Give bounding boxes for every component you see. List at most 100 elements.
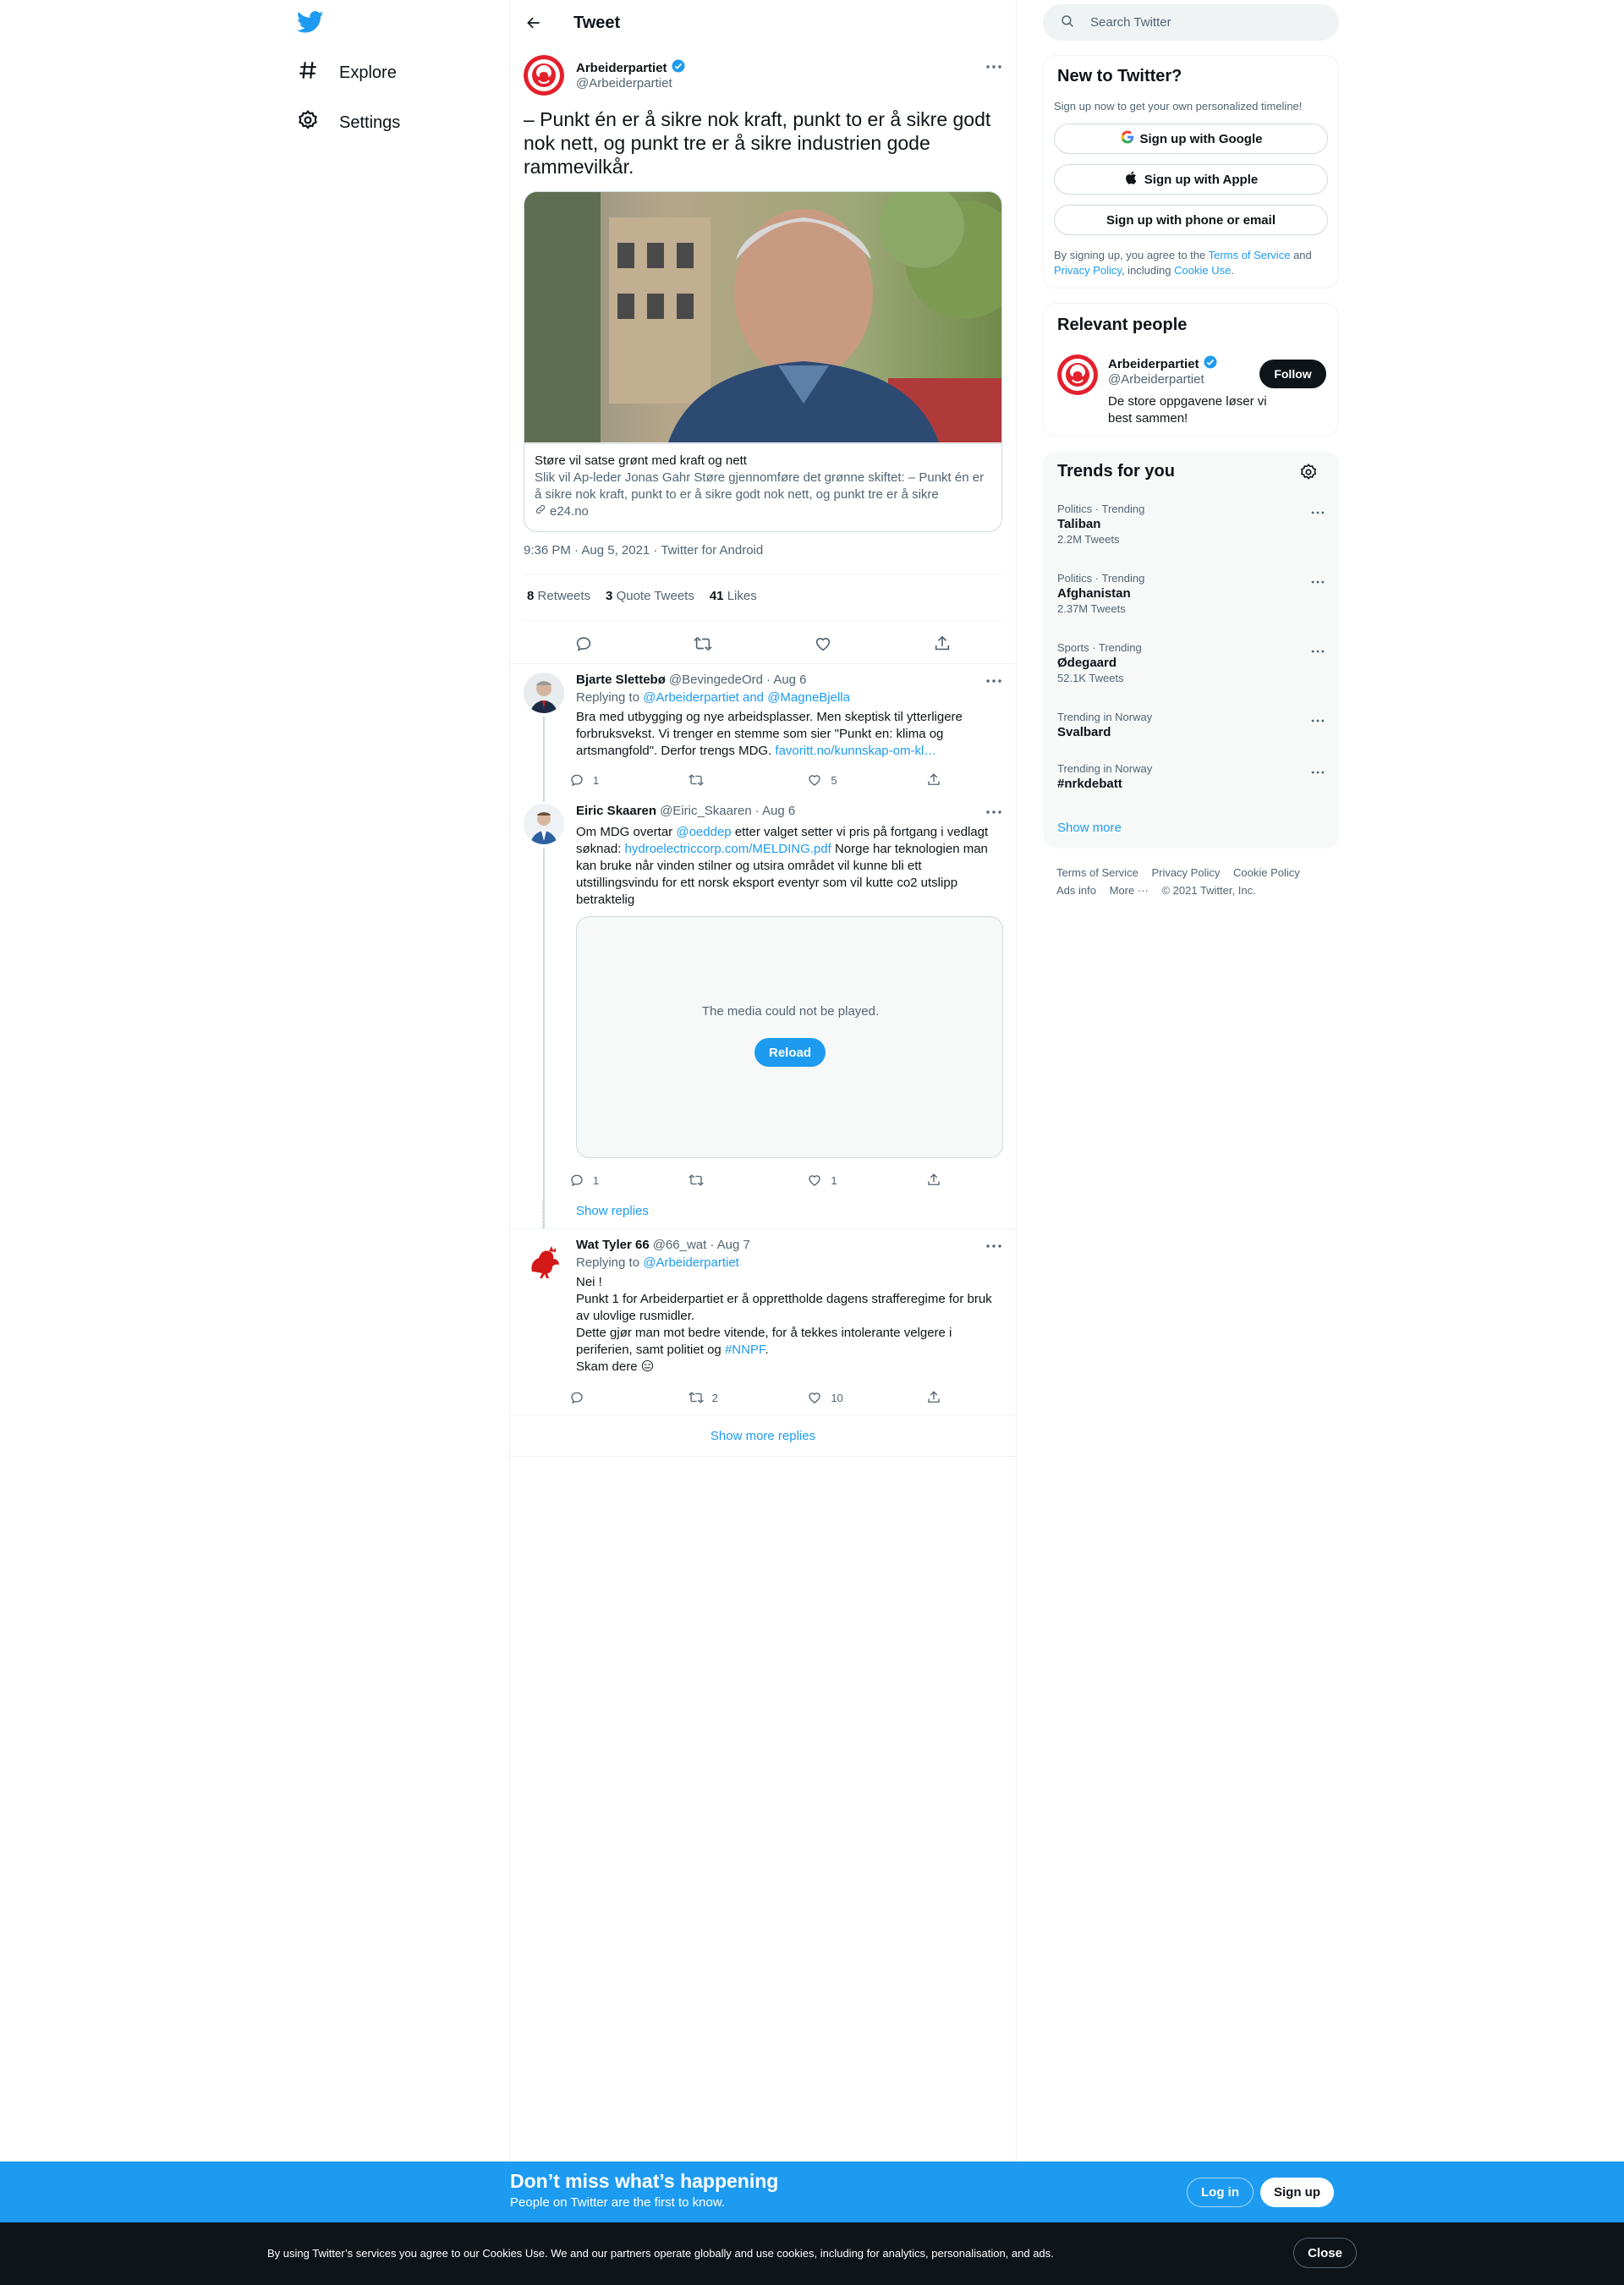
search-icon xyxy=(1060,14,1075,32)
like-button[interactable]: 10 xyxy=(807,1385,900,1410)
person-name[interactable]: Arbeiderpartiet xyxy=(1108,354,1218,373)
replying-label: Replying to xyxy=(576,690,640,705)
share-icon[interactable] xyxy=(927,629,957,659)
likes-stat[interactable]: 41 Likes xyxy=(710,589,757,603)
trend-item[interactable]: Sports · Trending Ødegaard 52.1K Tweets xyxy=(1057,641,1328,685)
footer-terms-link[interactable]: Terms of Service xyxy=(1056,866,1138,879)
cookie-use-link[interactable]: Cookie Use xyxy=(1174,264,1231,277)
reply-text: Bra med utbygging og nye arbeidsplasser.… xyxy=(576,709,1003,760)
nav-settings[interactable]: Settings xyxy=(297,104,400,141)
reply-date[interactable]: · Aug 6 xyxy=(766,673,807,687)
avatar[interactable] xyxy=(1057,354,1098,395)
link-card[interactable]: Støre vil satse grønt med kraft og nett … xyxy=(524,191,1002,532)
retweet-button[interactable] xyxy=(688,767,782,793)
nav-explore[interactable]: Explore xyxy=(297,54,397,91)
card-body: Støre vil satse grønt med kraft og nett … xyxy=(524,443,1001,529)
signup-google-button[interactable]: Sign up with Google xyxy=(1054,124,1328,154)
like-count: 5 xyxy=(831,773,837,787)
like-button[interactable]: 1 xyxy=(807,1167,900,1193)
show-more-replies[interactable]: Show more replies xyxy=(510,1414,1016,1457)
retweet-button[interactable]: 2 xyxy=(688,1385,782,1410)
trend-item[interactable]: Politics · Trending Taliban 2.2M Tweets xyxy=(1057,503,1328,547)
reply-button[interactable]: 1 xyxy=(569,1167,662,1193)
more-options-icon[interactable] xyxy=(1309,764,1326,781)
person-handle[interactable]: @Arbeiderpartiet xyxy=(1108,372,1204,387)
reply-link[interactable]: favoritt.no/kunnskap-om-kl… xyxy=(775,744,936,758)
retweet-button[interactable] xyxy=(688,1167,782,1193)
reply-author-handle[interactable]: @Eiric_Skaaren xyxy=(660,804,752,818)
more-options-icon[interactable] xyxy=(984,57,1004,77)
signup-email-button[interactable]: Sign up with phone or email xyxy=(1054,205,1328,235)
reply-author-name[interactable]: Bjarte Slettebø xyxy=(576,673,666,687)
tweet-timestamp[interactable]: 9:36 PM · Aug 5, 2021 · Twitter for Andr… xyxy=(524,543,763,558)
author-handle[interactable]: @Arbeiderpartiet xyxy=(576,76,672,91)
reply-author-handle[interactable]: @BevingedeOrd xyxy=(669,673,763,687)
reply-button[interactable]: 1 xyxy=(569,767,662,793)
terms-of-service-link[interactable]: Terms of Service xyxy=(1209,249,1291,261)
signup-button[interactable]: Sign up xyxy=(1260,2178,1334,2207)
thread-line xyxy=(543,848,545,1228)
footer-more-link[interactable]: More ··· xyxy=(1110,884,1149,897)
more-options-icon[interactable] xyxy=(1309,643,1326,660)
avatar[interactable] xyxy=(524,673,564,713)
more-options-icon[interactable] xyxy=(1309,504,1326,521)
share-button[interactable] xyxy=(926,1167,941,1193)
reply-author-name[interactable]: Eiric Skaaren xyxy=(576,804,656,818)
signup-apple-label: Sign up with Apple xyxy=(1144,172,1259,187)
avatar[interactable] xyxy=(524,804,564,844)
retweet-icon[interactable] xyxy=(688,629,718,659)
reply-icon[interactable] xyxy=(568,629,599,659)
reply-tweet[interactable]: Eiric Skaaren @Eiric_Skaaren · Aug 6 Om … xyxy=(510,795,1016,1228)
signup-apple-button[interactable]: Sign up with Apple xyxy=(1054,164,1328,195)
avatar[interactable] xyxy=(524,1238,564,1278)
retweets-stat[interactable]: 8 Retweets xyxy=(527,589,590,603)
show-replies-link[interactable]: Show replies xyxy=(576,1204,649,1218)
more-options-icon[interactable] xyxy=(984,802,1004,822)
more-options-icon[interactable] xyxy=(1309,712,1326,729)
more-options-icon[interactable] xyxy=(984,671,1004,691)
search-placeholder: Search Twitter xyxy=(1090,15,1171,30)
back-arrow-icon[interactable] xyxy=(520,9,547,36)
trend-name: Afghanistan xyxy=(1057,586,1131,601)
trend-item[interactable]: Politics · Trending Afghanistan 2.37M Tw… xyxy=(1057,572,1328,616)
footer-privacy-link[interactable]: Privacy Policy xyxy=(1151,866,1220,879)
replying-mentions[interactable]: @Arbeiderpartiet xyxy=(643,1255,739,1270)
more-options-icon[interactable] xyxy=(984,1236,1004,1256)
reply-button[interactable] xyxy=(569,1385,662,1410)
more-options-icon[interactable] xyxy=(1309,574,1326,590)
reply-tweet[interactable]: Wat Tyler 66 @66_wat · Aug 7 Replying to… xyxy=(510,1228,1016,1414)
share-button[interactable] xyxy=(926,767,941,793)
reply-link[interactable]: hydroelectriccorp.com/MELDING.pdf xyxy=(625,842,831,856)
quotes-label: Quote Tweets xyxy=(616,589,694,603)
quotes-stat[interactable]: 3 Quote Tweets xyxy=(606,589,694,603)
follow-button[interactable]: Follow xyxy=(1259,360,1326,388)
reply-tweet[interactable]: Bjarte Slettebø @BevingedeOrd · Aug 6 Re… xyxy=(510,663,1016,796)
like-button[interactable]: 5 xyxy=(807,767,900,793)
reply-text: Nei ! Punkt 1 for Arbeiderpartiet er å o… xyxy=(576,1274,1003,1376)
twitter-logo-icon[interactable] xyxy=(296,8,327,39)
reply-date[interactable]: · Aug 6 xyxy=(755,804,796,818)
footer-ads-link[interactable]: Ads info xyxy=(1056,884,1096,897)
avatar[interactable] xyxy=(524,55,564,96)
reply-mention[interactable]: @oeddep xyxy=(676,825,731,839)
like-icon[interactable] xyxy=(808,629,838,659)
privacy-policy-link[interactable]: Privacy Policy xyxy=(1054,264,1122,277)
reply-author-handle[interactable]: @66_wat xyxy=(653,1238,707,1252)
login-button[interactable]: Log in xyxy=(1187,2178,1254,2207)
reply-actions: 1 1 xyxy=(569,1167,941,1193)
reply-author-name[interactable]: Wat Tyler 66 xyxy=(576,1238,650,1252)
search-input[interactable]: Search Twitter xyxy=(1043,4,1339,41)
replying-mentions[interactable]: @Arbeiderpartiet and @MagneBjella xyxy=(643,690,850,705)
trend-item[interactable]: Trending in Norway Svalbard xyxy=(1057,711,1328,741)
share-button[interactable] xyxy=(926,1385,941,1410)
reply-hashtag[interactable]: #NNPF xyxy=(725,1343,765,1357)
reply-date[interactable]: · Aug 7 xyxy=(710,1238,750,1252)
trend-item[interactable]: Trending in Norway #nrkdebatt xyxy=(1057,762,1328,793)
show-more-trends-link[interactable]: Show more xyxy=(1057,821,1122,835)
reload-button[interactable]: Reload xyxy=(754,1038,826,1067)
footer-cookie-link[interactable]: Cookie Policy xyxy=(1233,866,1300,879)
close-cookie-button[interactable]: Close xyxy=(1293,2238,1357,2268)
author-name[interactable]: Arbeiderpartiet xyxy=(576,58,686,77)
reply-actions: 1 5 xyxy=(569,767,941,793)
trends-settings-gear-icon[interactable] xyxy=(1299,463,1318,481)
